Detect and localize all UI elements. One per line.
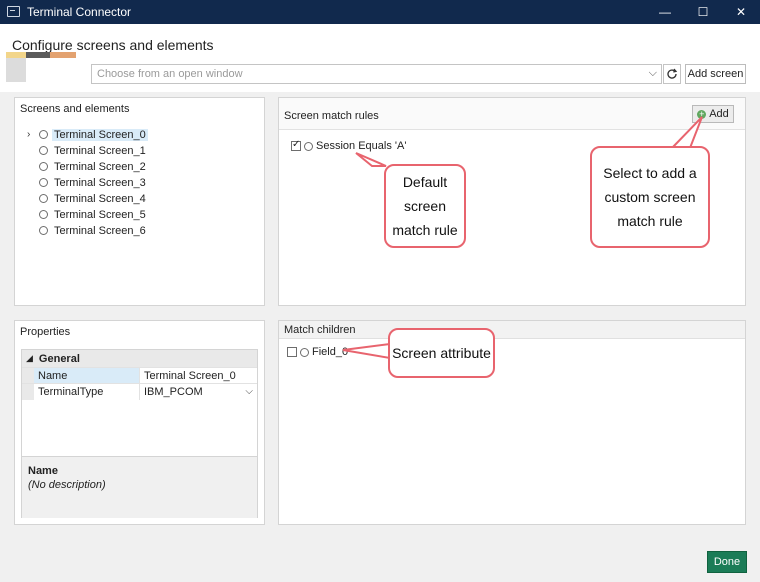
done-button[interactable]: Done [707, 551, 747, 573]
property-group-label: General [38, 352, 80, 365]
rules-panel-title: Screen match rules [284, 110, 379, 122]
chevron-down-icon: ⌵ [648, 67, 657, 79]
add-rule-button[interactable]: + Add [692, 105, 734, 123]
terminal-app-icon [7, 6, 20, 17]
tree-item-screen-4[interactable]: Terminal Screen_4 [39, 191, 148, 206]
property-gutter [22, 384, 34, 400]
property-row-terminal-type[interactable]: TerminalType IBM_PCOM ⌵ [22, 383, 257, 400]
expand-chevron-icon[interactable]: › [27, 129, 30, 140]
tree-item-screen-3[interactable]: Terminal Screen_3 [39, 175, 148, 190]
window-select-placeholder: Choose from an open window [97, 68, 243, 80]
callout-add-rule: Select to add a custom screen match rule [590, 146, 710, 248]
radio-icon[interactable] [39, 130, 48, 139]
chevron-down-icon[interactable]: ⌵ [245, 384, 253, 400]
screens-panel-title: Screens and elements [20, 103, 130, 115]
callout-text: Select to add a custom screen match rule [603, 165, 697, 229]
close-button[interactable]: ✕ [722, 0, 760, 24]
children-panel: Match children Field_0 [278, 320, 746, 525]
add-rule-label: Add [709, 108, 729, 120]
property-group-general[interactable]: ◢ General [22, 350, 257, 367]
property-name: TerminalType [34, 384, 140, 400]
title-bar: Terminal Connector — ☐ ✕ [0, 0, 760, 24]
callout-text: Screen attribute [392, 345, 491, 361]
radio-icon[interactable] [39, 146, 48, 155]
window-select[interactable]: Choose from an open window ⌵ [91, 64, 662, 84]
tree-item-label: Terminal Screen_5 [54, 208, 146, 221]
maximize-button[interactable]: ☐ [684, 0, 722, 24]
tree-item-label: Terminal Screen_3 [54, 176, 146, 189]
description-title: Name [28, 465, 58, 477]
tree-item-screen-2[interactable]: Terminal Screen_2 [39, 159, 148, 174]
collapse-triangle-icon[interactable]: ◢ [26, 353, 33, 364]
callout-screen-attribute: Screen attribute [388, 328, 495, 378]
logo-icon [6, 52, 76, 82]
tree-item-screen-6[interactable]: Terminal Screen_6 [39, 223, 148, 238]
property-description: Name (No description) [22, 456, 257, 518]
refresh-button[interactable] [663, 64, 681, 84]
tree-item-label: Terminal Screen_1 [54, 144, 146, 157]
child-row: Field_0 [287, 346, 348, 358]
tree-item-screen-0[interactable]: Terminal Screen_0 [39, 127, 148, 142]
radio-icon[interactable] [39, 226, 48, 235]
rule-label: Session Equals 'A' [316, 140, 407, 152]
add-screen-button[interactable]: Add screen [685, 64, 746, 84]
property-gutter [22, 368, 34, 384]
tree-item-screen-5[interactable]: Terminal Screen_5 [39, 207, 148, 222]
rule-checkbox[interactable] [291, 139, 301, 151]
tree-item-label: Terminal Screen_4 [54, 192, 146, 205]
children-panel-header: Match children [279, 321, 745, 339]
add-icon: + [697, 108, 707, 119]
tree-item-label: Terminal Screen_2 [54, 160, 146, 173]
tree-item-screen-1[interactable]: Terminal Screen_1 [39, 143, 148, 158]
children-panel-title: Match children [284, 324, 356, 336]
rule-row: Session Equals 'A' [291, 139, 407, 152]
refresh-icon [667, 68, 678, 79]
tree-item-label: Terminal Screen_6 [54, 224, 146, 237]
screens-panel: Screens and elements › Terminal Screen_0… [14, 97, 265, 306]
page-title: Configure screens and elements [12, 37, 214, 53]
radio-icon[interactable] [300, 347, 309, 357]
radio-icon[interactable] [39, 162, 48, 171]
radio-icon[interactable] [39, 194, 48, 203]
property-row-name[interactable]: Name Terminal Screen_0 [22, 367, 257, 384]
property-grid: ◢ General Name Terminal Screen_0 Termina… [21, 349, 258, 518]
property-value: IBM_PCOM [144, 386, 203, 398]
rules-panel-header: Screen match rules + Add [279, 98, 745, 130]
radio-icon[interactable] [39, 178, 48, 187]
properties-panel: Properties ◢ General Name Terminal Scree… [14, 320, 265, 525]
property-value[interactable]: Terminal Screen_0 [141, 368, 257, 384]
callout-default-rule: Default screen match rule [384, 164, 466, 248]
minimize-button[interactable]: — [646, 0, 684, 24]
child-label: Field_0 [312, 346, 349, 358]
description-text: (No description) [28, 479, 106, 491]
properties-panel-title: Properties [20, 326, 71, 338]
property-value-select[interactable]: IBM_PCOM ⌵ [141, 384, 257, 400]
radio-icon[interactable] [39, 210, 48, 219]
child-checkbox[interactable] [287, 347, 297, 357]
tree-item-label: Terminal Screen_0 [52, 128, 148, 141]
property-name: Name [34, 368, 140, 384]
window-title: Terminal Connector [27, 5, 132, 19]
callout-text: Default screen match rule [392, 174, 458, 238]
radio-icon[interactable] [304, 141, 313, 151]
